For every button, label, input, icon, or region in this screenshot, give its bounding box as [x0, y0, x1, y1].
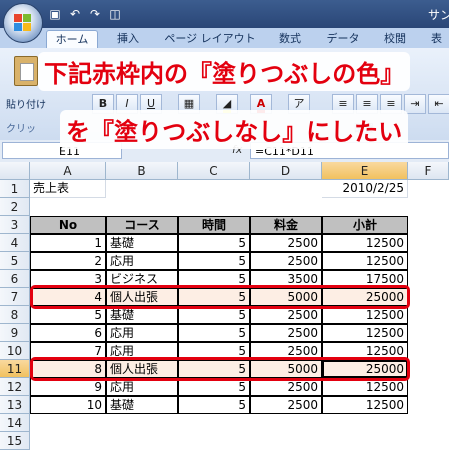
header-course[interactable]: コース: [106, 216, 178, 234]
ribbon-tabs: ホーム 挿入 ページ レイアウト 数式 データ 校閲 表: [0, 28, 449, 49]
course-cell[interactable]: 応用: [106, 252, 178, 270]
no-cell[interactable]: 10: [30, 396, 106, 414]
header-subtotal[interactable]: 小計: [322, 216, 408, 234]
outdent-button[interactable]: ⇤: [428, 94, 449, 114]
row-header-8[interactable]: 8: [0, 306, 30, 324]
hours-cell[interactable]: 5: [178, 324, 250, 342]
date-cell[interactable]: 2010/2/25: [322, 180, 408, 198]
redo-icon[interactable]: ↷: [88, 7, 102, 21]
clipboard-icon: [14, 56, 38, 86]
row-header-7[interactable]: 7: [0, 288, 30, 306]
fee-cell[interactable]: 2500: [250, 234, 322, 252]
window-title: サン: [428, 8, 449, 22]
no-cell[interactable]: 6: [30, 324, 106, 342]
fee-cell[interactable]: 2500: [250, 396, 322, 414]
annotation-line-2: を『塗りつぶしなし』にしたい: [60, 110, 409, 149]
border-icon: ▦: [183, 97, 195, 110]
quick-access-toolbar: ▣ ↶ ↷ ◫: [48, 5, 122, 23]
phonetic-icon: ア: [293, 97, 305, 110]
no-cell[interactable]: 2: [30, 252, 106, 270]
save-icon[interactable]: ▣: [48, 7, 62, 21]
tab-insert[interactable]: 挿入: [108, 30, 148, 48]
outdent-icon: ⇤: [434, 97, 444, 110]
header-no[interactable]: No: [30, 216, 106, 234]
highlight-frame-row-11: [30, 357, 410, 381]
indent-icon: ⇥: [410, 97, 420, 110]
align-center-icon: ≡: [362, 97, 372, 110]
subtotal-cell[interactable]: 12500: [322, 252, 408, 270]
row-header-2[interactable]: 2: [0, 198, 30, 216]
tab-formulas[interactable]: 数式: [270, 30, 310, 48]
fee-cell[interactable]: 2500: [250, 252, 322, 270]
column-header-a[interactable]: A: [30, 162, 106, 180]
column-header-c[interactable]: C: [178, 162, 250, 180]
row-header-3[interactable]: 3: [0, 216, 30, 234]
align-left-icon: ≡: [338, 97, 348, 110]
indent-button[interactable]: ⇥: [404, 94, 426, 114]
row-header-14[interactable]: 14: [0, 414, 30, 432]
course-cell[interactable]: 基礎: [106, 396, 178, 414]
column-header-f[interactable]: F: [408, 162, 449, 180]
subtotal-cell[interactable]: 12500: [322, 234, 408, 252]
row-header-5[interactable]: 5: [0, 252, 30, 270]
tab-review[interactable]: 校閲: [376, 30, 414, 48]
hours-cell[interactable]: 5: [178, 396, 250, 414]
undo-icon[interactable]: ↶: [68, 7, 82, 21]
tab-home[interactable]: ホーム: [46, 30, 98, 49]
header-fee[interactable]: 料金: [250, 216, 322, 234]
clipboard-group-label: クリッ: [6, 124, 36, 135]
subtotal-cell[interactable]: 12500: [322, 396, 408, 414]
no-cell[interactable]: 1: [30, 234, 106, 252]
row-header-1[interactable]: 1: [0, 180, 30, 198]
fee-cell[interactable]: 2500: [250, 324, 322, 342]
office-logo-icon: [14, 14, 32, 32]
subtotal-cell[interactable]: 12500: [322, 324, 408, 342]
align-right-icon: ≡: [386, 97, 396, 110]
row-header-10[interactable]: 10: [0, 342, 30, 360]
course-cell[interactable]: 応用: [106, 324, 178, 342]
row-header-11[interactable]: 11: [0, 360, 30, 378]
paste-label: 貼り付け: [6, 100, 46, 111]
select-all-corner[interactable]: [0, 162, 30, 180]
column-header-e[interactable]: E: [322, 162, 408, 180]
open-icon[interactable]: ◫: [108, 7, 122, 21]
tab-page-layout[interactable]: ページ レイアウト: [160, 30, 260, 48]
highlight-frame-row-7: [30, 285, 410, 309]
column-header-b[interactable]: B: [106, 162, 178, 180]
row-header-15[interactable]: 15: [0, 432, 30, 450]
tab-view[interactable]: 表: [424, 30, 449, 48]
sheet-title-cell[interactable]: 売上表: [30, 180, 106, 198]
worksheet-grid: A B C D E F 1 2 3 4 5 6 7 8 9 10 11 12 1…: [0, 162, 449, 452]
header-hours[interactable]: 時間: [178, 216, 250, 234]
row-header-12[interactable]: 12: [0, 378, 30, 396]
hours-cell[interactable]: 5: [178, 234, 250, 252]
title-bar: ▣ ↶ ↷ ◫ サン: [0, 0, 449, 28]
hours-cell[interactable]: 5: [178, 252, 250, 270]
annotation-line-1: 下記赤枠内の『塗りつぶしの色』: [38, 52, 411, 91]
office-button[interactable]: [3, 3, 43, 43]
row-header-4[interactable]: 4: [0, 234, 30, 252]
row-header-13[interactable]: 13: [0, 396, 30, 414]
tab-data[interactable]: データ: [320, 30, 366, 48]
row-header-9[interactable]: 9: [0, 324, 30, 342]
course-cell[interactable]: 基礎: [106, 234, 178, 252]
column-header-d[interactable]: D: [250, 162, 322, 180]
row-header-6[interactable]: 6: [0, 270, 30, 288]
